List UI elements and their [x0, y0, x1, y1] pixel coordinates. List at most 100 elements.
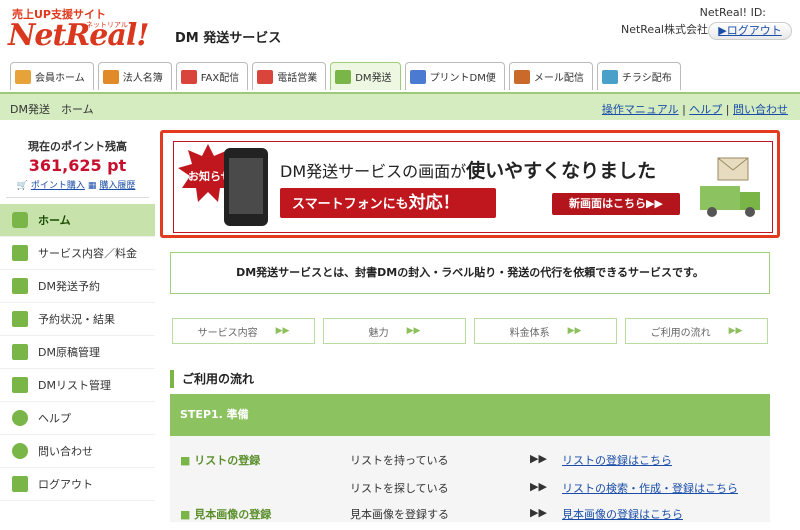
banner-headline-pre: DM発送サービスの画面が [280, 162, 467, 181]
company-name: NetReal株式会社 [620, 23, 708, 36]
sidebar-item-status[interactable]: 予約状況・結果 [0, 303, 155, 336]
flow-row: 見本画像の登録 見本画像を登録する ▶▶ 見本画像の登録はこちら [170, 506, 770, 530]
logo-kana: ネットリアル [86, 21, 128, 29]
step-header: STEP1. 準備 [170, 394, 770, 436]
tab-fax[interactable]: FAX配信 [175, 62, 249, 90]
tab-phone-sales[interactable]: 電話営業 [252, 62, 327, 90]
tab-flyer[interactable]: チラシ配布 [596, 62, 681, 90]
service-intro: DM発送サービスとは、封書DMの封入・ラベル貼り・発送の代行を依頼できるサービス… [170, 252, 770, 294]
notice-banner-frame: お知らせ DM発送サービスの画面が使いやすくなりました スマートフォンにも対応！… [160, 130, 780, 238]
draft-icon [12, 344, 28, 360]
help-link[interactable]: ヘルプ [689, 103, 722, 116]
tab-label: プリントDM便 [429, 73, 496, 84]
main-content: お知らせ DM発送サービスの画面が使いやすくなりました スマートフォンにも対応！… [158, 128, 798, 522]
purchase-history-link[interactable]: 購入履歴 [99, 181, 135, 191]
breadcrumb: DM発送 ホーム [10, 103, 94, 116]
appeal-button[interactable]: 魅力 ▶▶ [323, 318, 466, 344]
tab-email[interactable]: メール配信 [508, 62, 593, 90]
flow-condition: リストを探している [350, 482, 449, 495]
calendar-icon [12, 311, 28, 327]
usage-flow-button[interactable]: ご利用の流れ ▶▶ [625, 318, 768, 344]
tab-company-list[interactable]: 法人名簿 [97, 62, 172, 90]
double-arrow-icon: ▶▶ [530, 480, 547, 493]
flow-row: リストを探している ▶▶ リストの検索・作成・登録はこちら [170, 480, 770, 504]
logout-icon [12, 476, 28, 492]
smartphone-icon [224, 148, 268, 226]
buy-points-link[interactable]: ポイント購入 [31, 181, 85, 191]
tab-label: 会員ホーム [35, 73, 85, 84]
service-title: DM 発送サービス [175, 31, 282, 46]
phone-icon [257, 69, 274, 84]
tab-label: チラシ配布 [621, 73, 672, 84]
banner-headline-emphasis: 使いやすくなりました [466, 160, 657, 182]
double-arrow-icon: ▶▶ [275, 326, 290, 336]
help-icon [12, 410, 28, 426]
delivery-truck-icon [700, 157, 760, 217]
list-register-link[interactable]: リストの登録はこちら [562, 452, 672, 468]
help-links: 操作マニュアル | ヘルプ | 問い合わせ [601, 103, 788, 116]
list-icon [12, 377, 28, 393]
flow-table: リストの登録 リストを持っている ▶▶ リストの登録はこちら リストを探している… [170, 436, 770, 522]
banner-sub-pre: スマートフォンにも [292, 197, 409, 212]
double-arrow-icon: ▶▶ [728, 326, 743, 336]
home-icon [15, 69, 31, 84]
sidebar-item-service[interactable]: サービス内容／料金 [0, 237, 155, 270]
flow-category: 見本画像の登録 [180, 506, 271, 522]
double-arrow-icon: ▶▶ [567, 326, 582, 336]
sidebar-item-label: DM原稿管理 [38, 346, 100, 359]
book-icon [102, 69, 119, 84]
sidebar-item-label: サービス内容／料金 [38, 247, 137, 260]
manual-link[interactable]: 操作マニュアル [602, 103, 679, 116]
sidebar-item-lists[interactable]: DMリスト管理 [0, 369, 155, 402]
list-search-link[interactable]: リストの検索・作成・登録はこちら [562, 480, 738, 496]
fax-icon [180, 69, 197, 84]
sidebar-item-label: DMリスト管理 [38, 379, 111, 392]
service-content-button[interactable]: サービス内容 ▶▶ [172, 318, 315, 344]
tab-label: メール配信 [533, 73, 584, 84]
header: 売上UP支援サイト NetReal! ネットリアル DM 発送サービス NetR… [0, 0, 800, 62]
sub-navigation-bar: DM発送 ホーム 操作マニュアル | ヘルプ | 問い合わせ [0, 92, 800, 120]
double-arrow-icon: ▶▶ [530, 452, 547, 465]
new-screen-button[interactable]: 新画面はこちら▶▶ [552, 193, 680, 215]
logout-label: ログアウト [726, 24, 782, 37]
sidebar-item-contact[interactable]: 問い合わせ [0, 435, 155, 468]
tab-label: 電話営業 [277, 73, 318, 84]
mail-icon [335, 69, 352, 84]
sample-image-link[interactable]: 見本画像の登録はこちら [562, 506, 683, 522]
button-label: 料金体系 [509, 327, 550, 339]
user-id-label: NetReal! ID: [699, 6, 766, 19]
service-tabs: 会員ホーム 法人名簿 FAX配信 電話営業 DM発送 プリントDM便 メール配信… [10, 62, 681, 92]
tab-label: DM発送 [355, 73, 392, 84]
notice-banner[interactable]: お知らせ DM発送サービスの画面が使いやすくなりました スマートフォンにも対応！… [173, 141, 773, 233]
double-arrow-icon: ▶▶ [530, 506, 547, 519]
sidebar-item-label: 予約状況・結果 [38, 313, 115, 326]
sidebar-item-label: DM発送予約 [38, 280, 100, 293]
flow-category: リストの登録 [180, 452, 260, 468]
cart-icon: 🛒 [16, 181, 28, 191]
tab-label: FAX配信 [200, 73, 240, 84]
history-icon: ▦ [87, 181, 97, 191]
tab-dm[interactable]: DM発送 [330, 62, 401, 90]
contact-link[interactable]: 問い合わせ [733, 103, 788, 116]
sidebar-item-reserve[interactable]: DM発送予約 [0, 270, 155, 303]
section-title: ご利用の流れ [170, 370, 254, 388]
section-nav-buttons: サービス内容 ▶▶ 魅力 ▶▶ 料金体系 ▶▶ ご利用の流れ ▶▶ [172, 318, 772, 344]
sidebar-item-label: ログアウト [38, 478, 93, 491]
flyer-icon [601, 69, 618, 84]
contact-icon [12, 443, 28, 459]
home-icon [12, 212, 28, 228]
points-panel: 現在のポイント残高 361,625 pt 🛒 ポイント購入 ▦ 購入履歴 [6, 138, 149, 198]
document-icon [12, 245, 28, 261]
send-icon [513, 69, 530, 84]
sidebar-item-logout[interactable]: ログアウト [0, 468, 155, 501]
sidebar-item-label: ホーム [38, 214, 71, 227]
sidebar-item-help[interactable]: ヘルプ [0, 402, 155, 435]
tab-member-home[interactable]: 会員ホーム [10, 62, 94, 90]
sidebar-item-drafts[interactable]: DM原稿管理 [0, 336, 155, 369]
logout-button[interactable]: ▶ログアウト [708, 22, 792, 40]
tab-print-dm[interactable]: プリントDM便 [404, 62, 505, 90]
sidebar: 現在のポイント残高 361,625 pt 🛒 ポイント購入 ▦ 購入履歴 ホーム サー… [0, 130, 155, 522]
pricing-button[interactable]: 料金体系 ▶▶ [474, 318, 617, 344]
print-icon [409, 69, 426, 84]
sidebar-item-home[interactable]: ホーム [0, 204, 155, 237]
